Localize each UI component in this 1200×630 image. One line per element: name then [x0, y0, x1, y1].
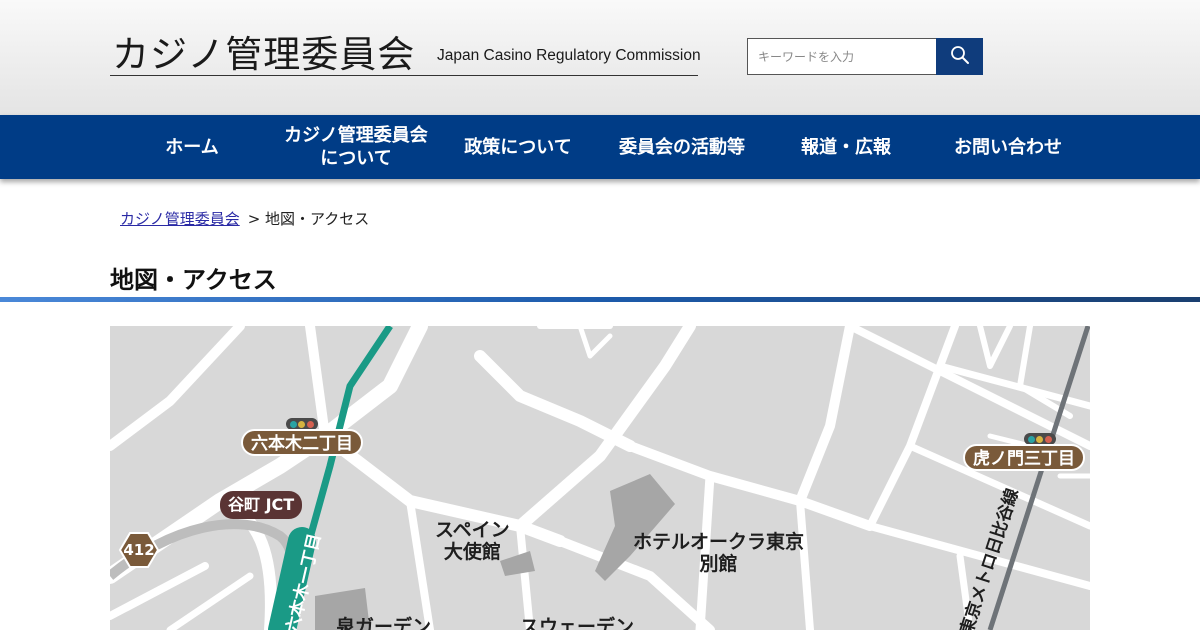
map-label-izumi-garden: 泉ガーデン: [336, 616, 432, 630]
map-route-number: 412: [123, 541, 155, 559]
map-label-spain-embassy: スペイン 大使館: [435, 519, 510, 563]
map-station-toranomon-3: 虎ノ門三丁目: [963, 444, 1085, 471]
logo-title-en: Japan Casino Regulatory Commission: [437, 47, 701, 64]
page-title: 地図・アクセス: [110, 266, 277, 294]
breadcrumb: カジノ管理委員会 > 地図・アクセス: [120, 208, 369, 229]
site-logo[interactable]: カジノ管理委員会 Japan Casino Regulatory Commiss…: [110, 22, 701, 76]
nav-home[interactable]: ホーム: [110, 115, 274, 179]
main-nav: ホーム カジノ管理委員会 について 政策について 委員会の活動等 報道・広報 お…: [0, 115, 1200, 179]
search-input[interactable]: [747, 38, 937, 75]
map-label-hotel-okura: ホテルオークラ東京 別館: [633, 531, 805, 575]
map-junction-badge: 谷町 JCT: [220, 491, 303, 519]
site-header: カジノ管理委員会 Japan Casino Regulatory Commiss…: [0, 0, 1200, 115]
breadcrumb-home-link[interactable]: カジノ管理委員会: [120, 210, 240, 228]
access-map[interactable]: 六本木二丁目 虎ノ門三丁目 谷町 JCT 412 スペイン 大使館 ホテルオーク…: [110, 326, 1090, 630]
map-streets: [110, 326, 1090, 630]
map-label-sweden: スウェーデン: [520, 616, 635, 630]
title-underline: [0, 297, 1200, 302]
breadcrumb-current: > 地図・アクセス: [247, 210, 370, 228]
nav-press[interactable]: 報道・広報: [764, 115, 928, 179]
search-button[interactable]: [936, 38, 983, 75]
search-icon: [950, 45, 970, 68]
logo-title-jp: カジノ管理委員会: [112, 33, 416, 76]
nav-policy[interactable]: 政策について: [436, 115, 600, 179]
nav-contact[interactable]: お問い合わせ: [926, 115, 1090, 179]
map-station-roppongi-2: 六本木二丁目: [241, 429, 363, 456]
nav-activities[interactable]: 委員会の活動等: [600, 115, 764, 179]
nav-about-commission[interactable]: カジノ管理委員会 について: [274, 115, 438, 179]
